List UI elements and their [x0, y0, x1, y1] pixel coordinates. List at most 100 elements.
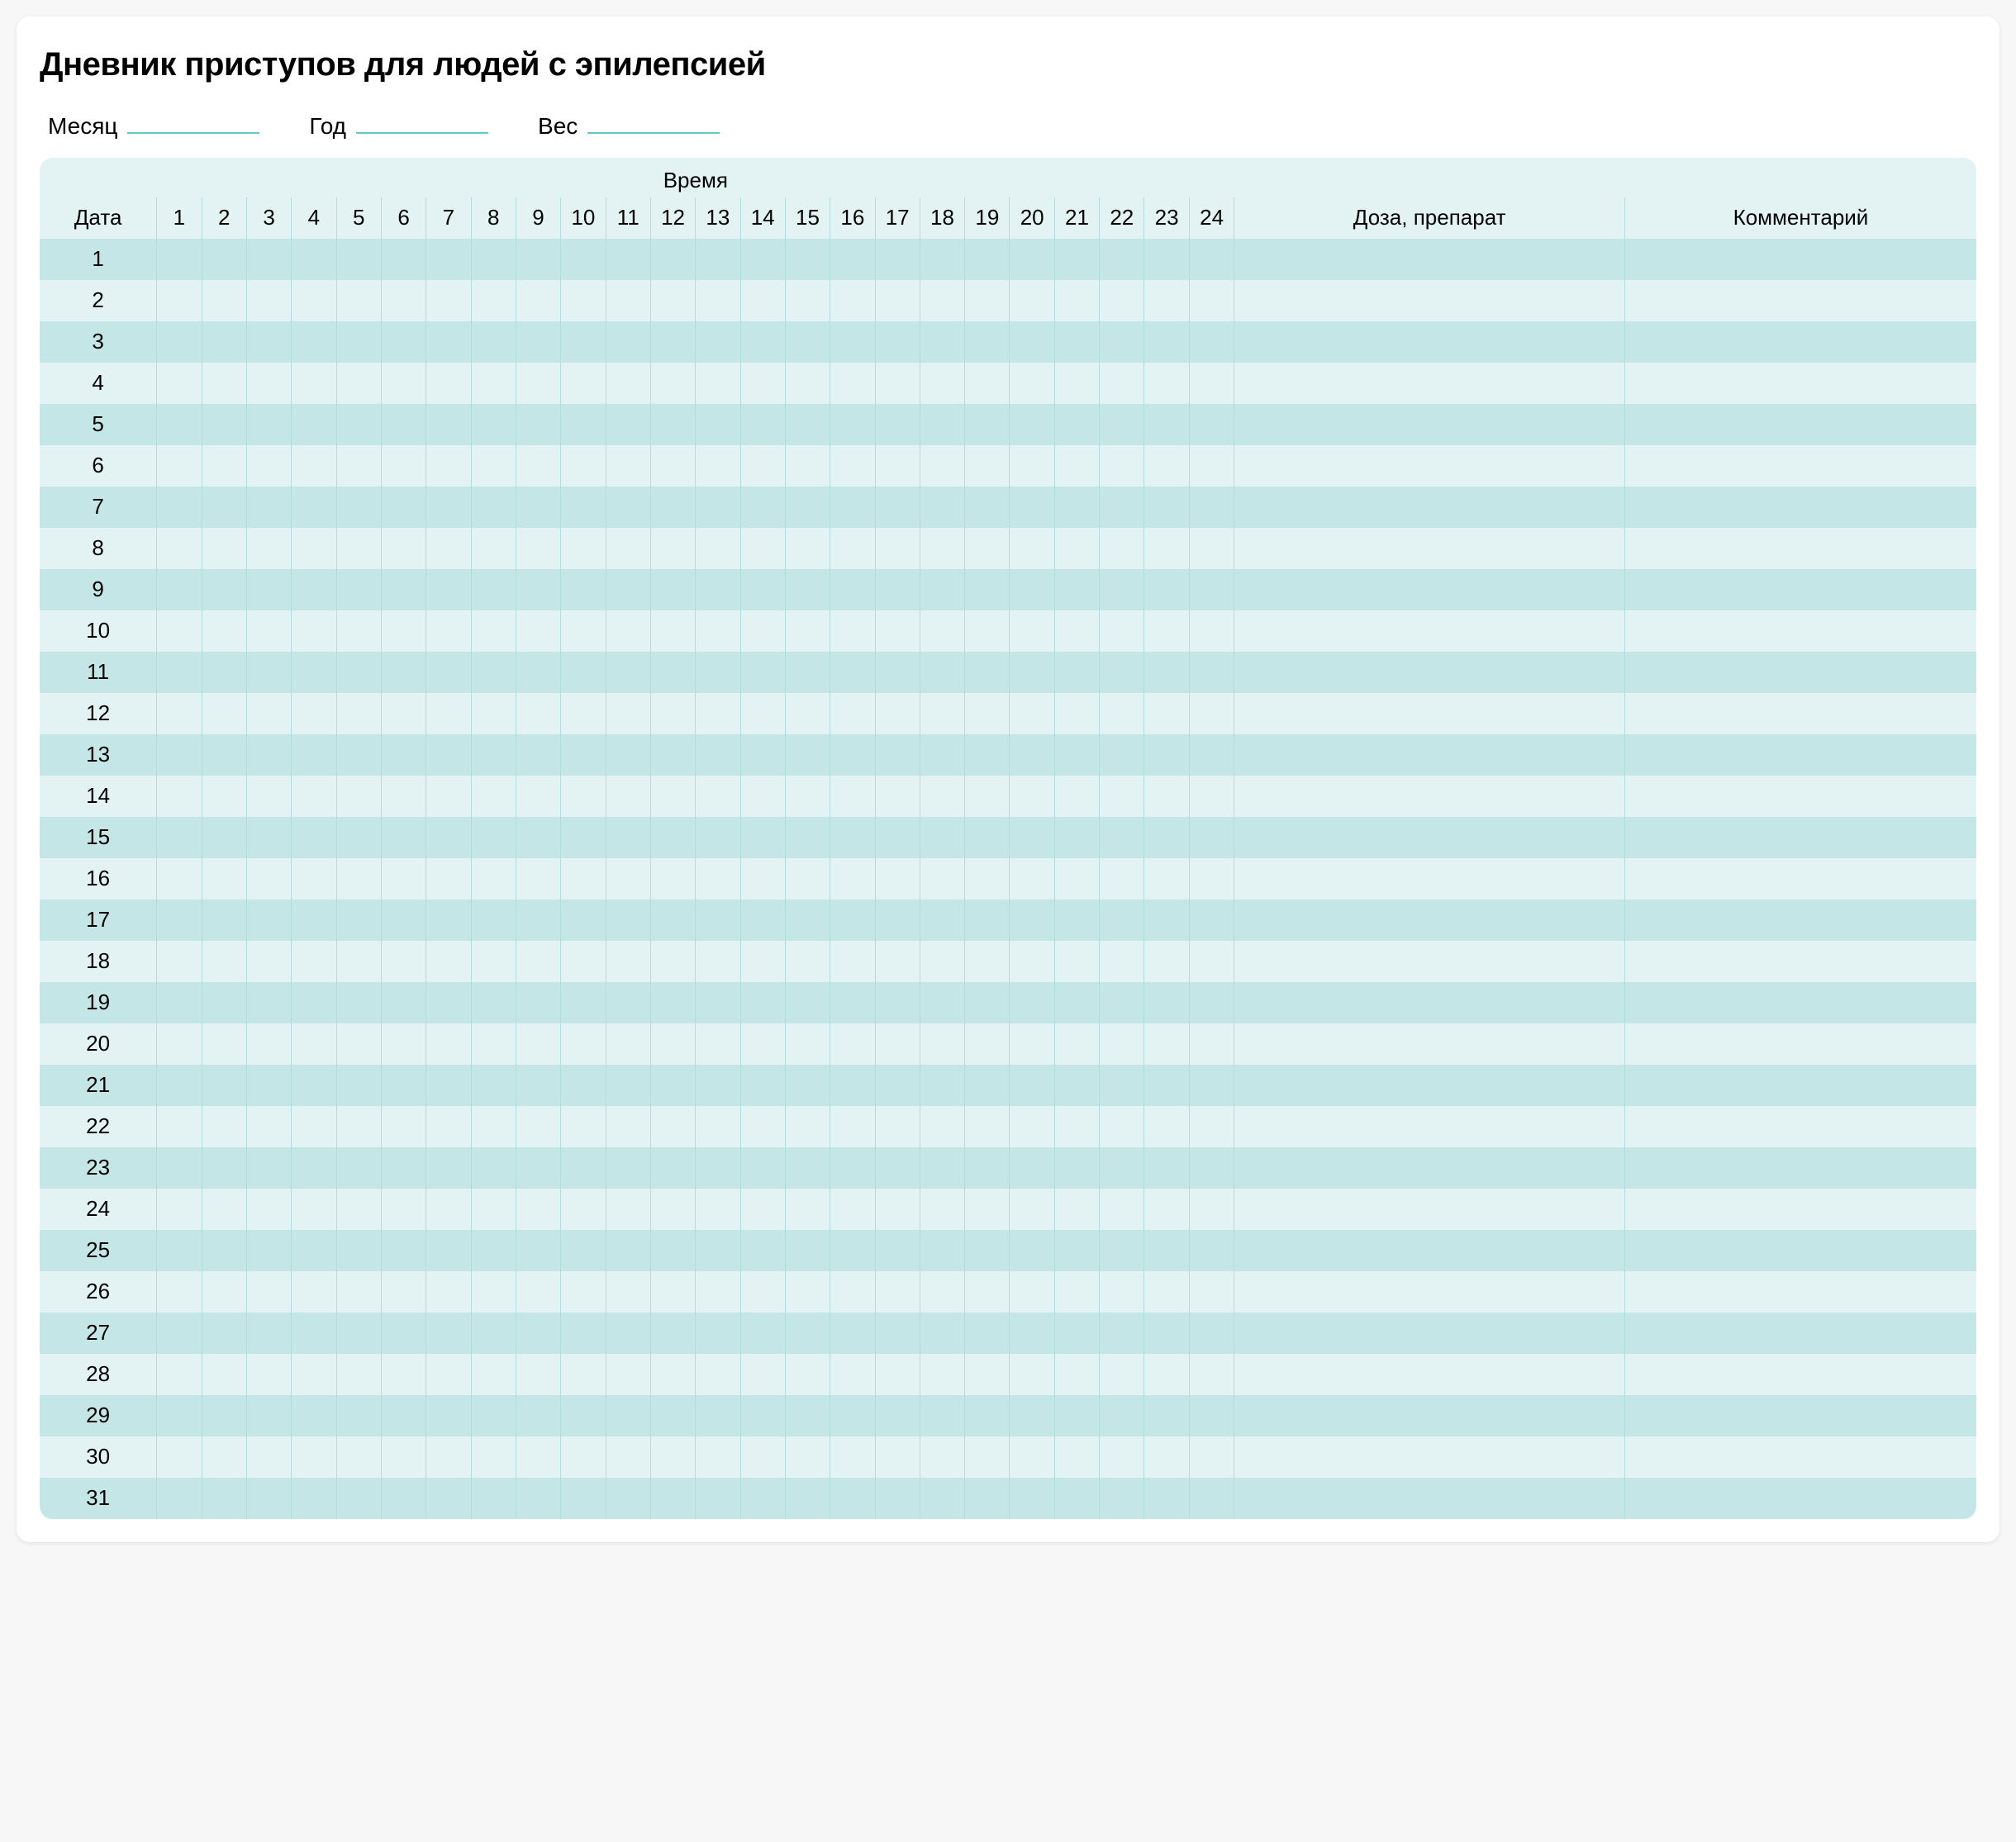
hour-cell[interactable] — [1144, 1313, 1189, 1354]
hour-cell[interactable] — [471, 693, 516, 734]
hour-cell[interactable] — [650, 693, 695, 734]
comment-cell[interactable] — [1624, 1189, 1976, 1230]
hour-cell[interactable] — [740, 363, 785, 404]
hour-cell[interactable] — [1100, 445, 1144, 487]
hour-cell[interactable] — [696, 321, 740, 363]
hour-cell[interactable] — [920, 321, 964, 363]
hour-cell[interactable] — [875, 734, 920, 776]
hour-cell[interactable] — [785, 1147, 830, 1189]
hour-cell[interactable] — [381, 941, 426, 982]
hour-cell[interactable] — [381, 982, 426, 1023]
hour-cell[interactable] — [965, 817, 1010, 858]
hour-cell[interactable] — [785, 693, 830, 734]
hour-cell[interactable] — [336, 280, 381, 321]
hour-cell[interactable] — [336, 610, 381, 652]
hour-cell[interactable] — [471, 280, 516, 321]
hour-cell[interactable] — [426, 1065, 471, 1106]
hour-cell[interactable] — [292, 610, 336, 652]
hour-cell[interactable] — [785, 1023, 830, 1065]
hour-cell[interactable] — [785, 239, 830, 280]
hour-cell[interactable] — [426, 280, 471, 321]
comment-cell[interactable] — [1624, 1313, 1976, 1354]
hour-cell[interactable] — [875, 776, 920, 817]
hour-cell[interactable] — [157, 734, 202, 776]
hour-cell[interactable] — [965, 1147, 1010, 1189]
hour-cell[interactable] — [336, 1189, 381, 1230]
comment-cell[interactable] — [1624, 1230, 1976, 1271]
hour-cell[interactable] — [650, 1354, 695, 1395]
hour-cell[interactable] — [696, 1354, 740, 1395]
hour-cell[interactable] — [696, 239, 740, 280]
year-input[interactable] — [356, 108, 488, 134]
hour-cell[interactable] — [1144, 1478, 1189, 1519]
hour-cell[interactable] — [516, 404, 560, 445]
hour-cell[interactable] — [381, 1147, 426, 1189]
hour-cell[interactable] — [696, 734, 740, 776]
hour-cell[interactable] — [426, 321, 471, 363]
hour-cell[interactable] — [292, 1065, 336, 1106]
hour-cell[interactable] — [875, 1106, 920, 1147]
hour-cell[interactable] — [157, 1106, 202, 1147]
hour-cell[interactable] — [292, 900, 336, 941]
hour-cell[interactable] — [830, 734, 875, 776]
hour-cell[interactable] — [1054, 1436, 1099, 1478]
hour-cell[interactable] — [1010, 1106, 1054, 1147]
hour-cell[interactable] — [606, 404, 650, 445]
hour-cell[interactable] — [785, 817, 830, 858]
hour-cell[interactable] — [965, 363, 1010, 404]
hour-cell[interactable] — [1100, 280, 1144, 321]
comment-cell[interactable] — [1624, 1065, 1976, 1106]
hour-cell[interactable] — [650, 404, 695, 445]
hour-cell[interactable] — [965, 321, 1010, 363]
hour-cell[interactable] — [1189, 280, 1234, 321]
hour-cell[interactable] — [516, 1395, 560, 1436]
hour-cell[interactable] — [740, 1478, 785, 1519]
hour-cell[interactable] — [516, 982, 560, 1023]
hour-cell[interactable] — [920, 858, 964, 900]
hour-cell[interactable] — [696, 1023, 740, 1065]
hour-cell[interactable] — [1010, 982, 1054, 1023]
hour-cell[interactable] — [830, 1271, 875, 1313]
comment-cell[interactable] — [1624, 1147, 1976, 1189]
hour-cell[interactable] — [696, 1436, 740, 1478]
hour-cell[interactable] — [1010, 1065, 1054, 1106]
hour-cell[interactable] — [1010, 321, 1054, 363]
hour-cell[interactable] — [561, 445, 606, 487]
hour-cell[interactable] — [1054, 693, 1099, 734]
hour-cell[interactable] — [1100, 1189, 1144, 1230]
hour-cell[interactable] — [875, 280, 920, 321]
hour-cell[interactable] — [650, 1023, 695, 1065]
hour-cell[interactable] — [785, 487, 830, 528]
hour-cell[interactable] — [516, 487, 560, 528]
comment-cell[interactable] — [1624, 1354, 1976, 1395]
hour-cell[interactable] — [920, 652, 964, 693]
hour-cell[interactable] — [606, 1478, 650, 1519]
hour-cell[interactable] — [650, 1065, 695, 1106]
hour-cell[interactable] — [1100, 858, 1144, 900]
hour-cell[interactable] — [696, 982, 740, 1023]
hour-cell[interactable] — [965, 1313, 1010, 1354]
hour-cell[interactable] — [157, 1395, 202, 1436]
hour-cell[interactable] — [1189, 776, 1234, 817]
hour-cell[interactable] — [740, 321, 785, 363]
hour-cell[interactable] — [202, 1023, 246, 1065]
hour-cell[interactable] — [1054, 776, 1099, 817]
hour-cell[interactable] — [246, 445, 291, 487]
hour-cell[interactable] — [1144, 280, 1189, 321]
dose-cell[interactable] — [1234, 734, 1625, 776]
hour-cell[interactable] — [740, 1106, 785, 1147]
hour-cell[interactable] — [650, 239, 695, 280]
hour-cell[interactable] — [1144, 693, 1189, 734]
hour-cell[interactable] — [336, 900, 381, 941]
hour-cell[interactable] — [1010, 1271, 1054, 1313]
hour-cell[interactable] — [606, 1065, 650, 1106]
hour-cell[interactable] — [516, 1478, 560, 1519]
hour-cell[interactable] — [875, 982, 920, 1023]
hour-cell[interactable] — [696, 1189, 740, 1230]
hour-cell[interactable] — [426, 1395, 471, 1436]
hour-cell[interactable] — [516, 239, 560, 280]
hour-cell[interactable] — [336, 487, 381, 528]
weight-input[interactable] — [587, 108, 720, 134]
hour-cell[interactable] — [920, 817, 964, 858]
hour-cell[interactable] — [1144, 1354, 1189, 1395]
